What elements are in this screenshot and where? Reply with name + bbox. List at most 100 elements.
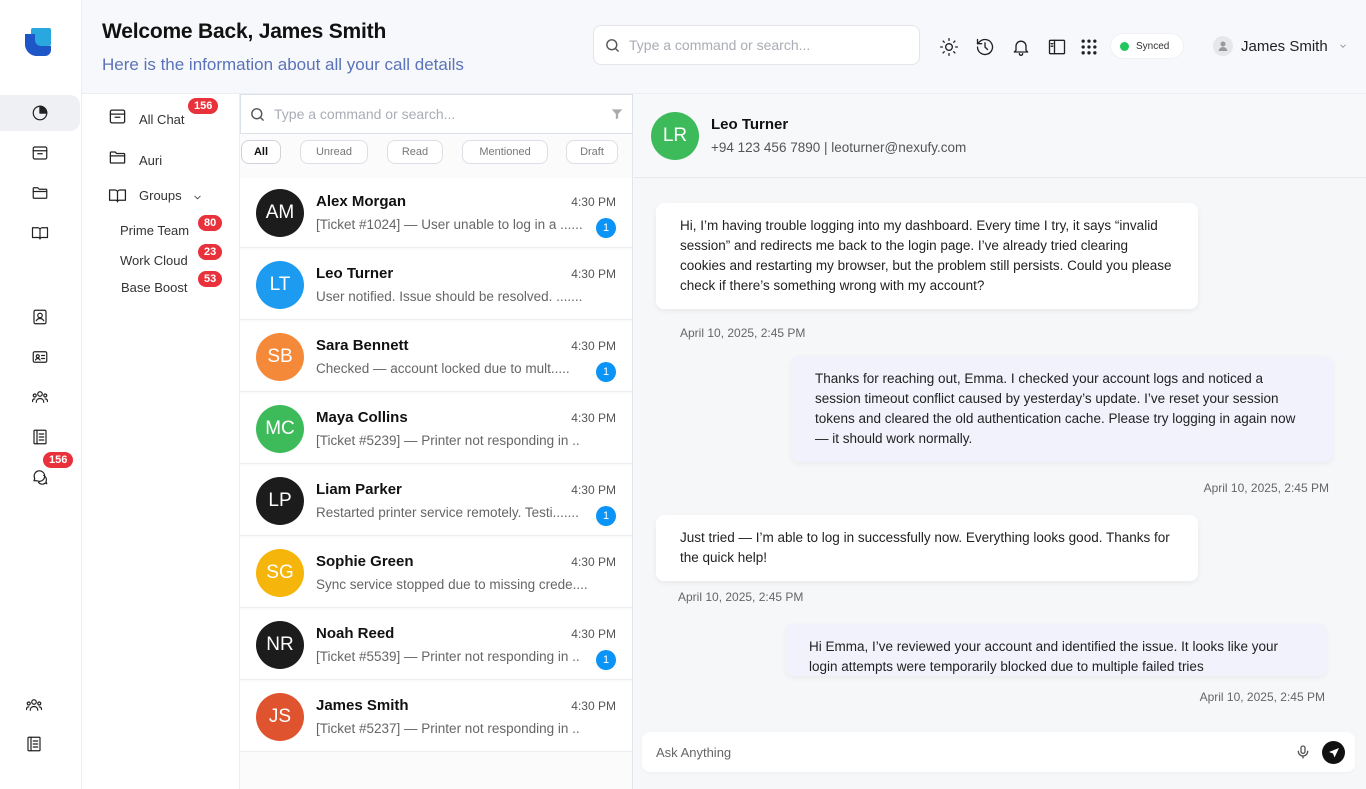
conversation-row[interactable]: NR Noah Reed 4:30 PM [Ticket #5539] — Print… xyxy=(240,610,632,680)
message-timestamp: April 10, 2025, 2:45 PM xyxy=(678,590,804,604)
unread-count-badge: 1 xyxy=(596,506,616,526)
layout-toggle-button[interactable] xyxy=(1047,37,1067,57)
notes-icon xyxy=(33,429,47,445)
conversation-search[interactable] xyxy=(240,94,633,134)
unread-count-badge: 1 xyxy=(596,218,616,238)
conversation-preview: [Ticket #5239] — Printer not responding … xyxy=(316,433,580,448)
rail-chat-badge: 156 xyxy=(43,452,74,468)
rail-book-button[interactable] xyxy=(0,215,80,251)
send-icon xyxy=(1328,747,1339,757)
theme-toggle-button[interactable] xyxy=(939,37,959,57)
id-card-icon xyxy=(32,351,48,363)
notifications-button[interactable] xyxy=(1011,37,1031,57)
chat-panel: LR Leo Turner +94 123 456 7890 | leoturn… xyxy=(634,94,1366,789)
conversation-row[interactable]: SG Sophie Green 4:30 PM Sync service stoppe… xyxy=(240,538,632,608)
page-subtitle: Here is the information about all your c… xyxy=(102,55,464,74)
filter-icon[interactable] xyxy=(610,107,624,121)
sidebar-layout-icon xyxy=(1048,39,1066,55)
inbox-icon xyxy=(32,146,48,160)
apps-grid-button[interactable] xyxy=(1079,37,1099,57)
search-icon xyxy=(251,107,264,121)
send-button[interactable] xyxy=(1322,741,1345,764)
conversation-preview: Checked — account locked due to mult....… xyxy=(316,361,570,376)
rail-inbox-button[interactable] xyxy=(0,135,80,171)
global-search-input[interactable] xyxy=(629,37,889,53)
avatar: NR xyxy=(256,621,304,669)
folder-icon xyxy=(32,187,48,199)
folder-all-chat-label: All Chat xyxy=(139,112,185,127)
message-input[interactable] xyxy=(656,744,1256,760)
avatar xyxy=(1213,36,1233,56)
conversation-preview: User notified. Issue should be resolved.… xyxy=(316,289,583,304)
conversation-row[interactable]: SB Sara Bennett 4:30 PM Checked — account l… xyxy=(240,322,632,392)
rail-team-button[interactable] xyxy=(0,379,80,415)
app-logo xyxy=(25,28,51,56)
conversation-row[interactable]: AM Alex Morgan 4:30 PM [Ticket #1024] — Use… xyxy=(240,178,632,248)
folder-all-chat[interactable]: All Chat xyxy=(108,106,185,127)
group-prime-team[interactable]: Prime Team xyxy=(120,223,189,238)
message-composer[interactable] xyxy=(642,732,1355,772)
global-search[interactable] xyxy=(593,25,920,65)
filter-read[interactable]: Read xyxy=(387,140,443,164)
rail-notes-button[interactable] xyxy=(0,419,80,455)
folder-groups[interactable]: Groups xyxy=(108,186,203,205)
group-work-cloud[interactable]: Work Cloud xyxy=(120,253,188,268)
rail-folder-button[interactable] xyxy=(0,175,80,211)
folder-auri[interactable]: Auri xyxy=(108,147,162,168)
unread-count-badge: 1 xyxy=(596,650,616,670)
conversation-search-input[interactable] xyxy=(274,106,534,122)
filter-all[interactable]: All xyxy=(241,140,281,164)
users-icon xyxy=(25,699,43,711)
chat-header: LR Leo Turner +94 123 456 7890 | leoturn… xyxy=(634,94,1366,178)
rail-contact-button[interactable] xyxy=(0,299,80,335)
conversation-row[interactable]: LP Liam Parker 4:30 PM Restarted printer se… xyxy=(240,466,632,536)
folder-panel: All Chat 156 Auri Groups Prime Team 80 W… xyxy=(82,94,240,789)
conversation-row[interactable]: JS James Smith 4:30 PM [Ticket #5237] — Pri… xyxy=(240,682,632,752)
history-button[interactable] xyxy=(975,37,995,57)
rail-id-card-button[interactable] xyxy=(0,339,80,375)
rail-dashboard-button[interactable] xyxy=(0,95,80,131)
sync-status-badge: Synced xyxy=(1111,34,1183,58)
message-outgoing: Hi Emma, I’ve reviewed your account and … xyxy=(785,624,1327,676)
conversation-time: 4:30 PM xyxy=(571,483,616,497)
sync-status-dot xyxy=(1120,41,1129,51)
conversation-row[interactable]: LT Leo Turner 4:30 PM User notified. Issue … xyxy=(240,250,632,320)
conversation-time: 4:30 PM xyxy=(571,267,616,281)
conversation-row[interactable]: MC Maya Collins 4:30 PM [Ticket #5239] — Pr… xyxy=(240,394,632,464)
search-icon xyxy=(606,38,619,52)
user-menu[interactable]: James Smith xyxy=(1213,36,1348,56)
message-timestamp: April 10, 2025, 2:45 PM xyxy=(680,326,806,340)
message-incoming: Hi, I’m having trouble logging into my d… xyxy=(656,203,1198,309)
filter-mentioned[interactable]: Mentioned xyxy=(462,140,548,164)
users-icon xyxy=(31,391,49,403)
conversation-name: James Smith xyxy=(316,697,409,714)
conversation-preview: Sync service stopped due to missing cred… xyxy=(316,577,588,592)
rail-team-bottom-button[interactable] xyxy=(0,687,74,723)
filter-unread[interactable]: Unread xyxy=(300,140,368,164)
chevron-down-icon xyxy=(1339,44,1346,48)
book-icon xyxy=(31,227,49,240)
conversation-preview: [Ticket #1024] — User unable to log in a… xyxy=(316,217,583,232)
book-icon xyxy=(108,189,127,203)
conversation-time: 4:30 PM xyxy=(571,555,616,569)
avatar: LR xyxy=(651,112,699,160)
pie-chart-icon xyxy=(32,105,48,121)
conversation-time: 4:30 PM xyxy=(571,411,616,425)
icon-rail: 156 xyxy=(0,0,82,789)
filter-draft[interactable]: Draft xyxy=(566,140,618,164)
group-prime-team-badge: 80 xyxy=(198,215,223,231)
microphone-icon[interactable] xyxy=(1295,744,1311,760)
group-base-boost[interactable]: Base Boost xyxy=(121,280,188,295)
sync-status-label: Synced xyxy=(1136,40,1170,52)
page-title: Welcome Back, James Smith xyxy=(102,20,387,43)
conversation-time: 4:30 PM xyxy=(571,627,616,641)
avatar: SB xyxy=(256,333,304,381)
message-outgoing: Thanks for reaching out, Emma. I checked… xyxy=(791,356,1333,462)
bell-icon xyxy=(1013,40,1029,56)
conversation-preview: [Ticket #5237] — Printer not responding … xyxy=(316,721,580,736)
conversation-list-panel: All Unread Read Mentioned Draft AM Alex M… xyxy=(240,94,633,789)
contact-details: +94 123 456 7890 | leoturner@nexufy.com xyxy=(711,140,967,155)
conversation-time: 4:30 PM xyxy=(571,195,616,209)
rail-notes-bottom-button[interactable] xyxy=(0,726,74,762)
message-timestamp: April 10, 2025, 2:45 PM xyxy=(1199,690,1325,704)
